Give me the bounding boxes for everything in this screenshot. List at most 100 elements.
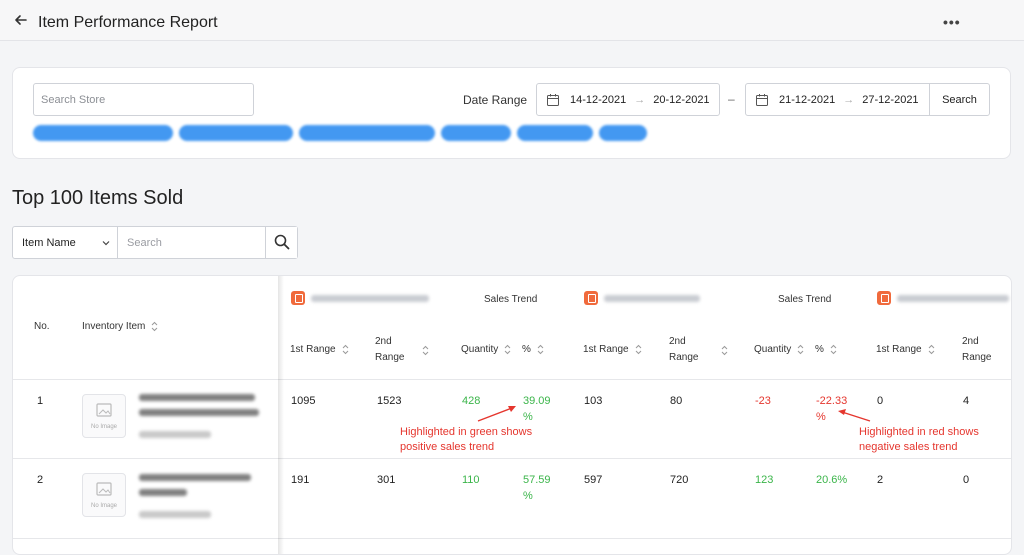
- header-first-range-label: 1st Range: [583, 344, 629, 355]
- section-title: Top 100 Items Sold: [12, 187, 184, 209]
- first-range-value: 0: [877, 395, 884, 407]
- item-field-value: Item Name: [22, 237, 76, 249]
- second-range-value: 80: [670, 395, 683, 407]
- store-name-redacted: [604, 295, 700, 302]
- sort-icon: [797, 344, 804, 355]
- header-second-range[interactable]: 2nd Range: [375, 334, 404, 366]
- header-no: No.: [34, 321, 50, 332]
- sales-trend-header: Sales Trend: [484, 294, 538, 305]
- quantity-change: 110: [462, 474, 480, 486]
- sort-icon[interactable]: [422, 345, 429, 356]
- store-tag[interactable]: [441, 125, 511, 141]
- header-second-range-line2: Range: [669, 352, 699, 363]
- calendar-icon: [756, 93, 768, 106]
- header-divider: [13, 379, 1011, 380]
- quantity-change: 428: [462, 395, 481, 407]
- item-thumbnail: No Image: [82, 473, 126, 517]
- store-tag[interactable]: [33, 125, 173, 141]
- fixed-column-shadow: [278, 276, 284, 554]
- quantity-change: 123: [755, 474, 774, 486]
- header-first-range[interactable]: 1st Range: [876, 342, 935, 358]
- back-arrow-icon[interactable]: [13, 12, 29, 28]
- arrow-right-icon: →: [843, 93, 855, 106]
- date-range-2-picker[interactable]: 21-12-2021 → 27-12-2021: [745, 83, 930, 116]
- store-tag[interactable]: [299, 125, 435, 141]
- second-range-value: 1523: [377, 395, 402, 407]
- percent-change-unit: %: [816, 411, 826, 423]
- store-icon: [291, 291, 305, 305]
- chevron-down-icon: [102, 241, 110, 246]
- percent-change-unit: %: [523, 490, 533, 502]
- item-search-button[interactable]: [265, 227, 297, 258]
- item-name-redacted: [139, 409, 259, 416]
- sort-icon: [635, 344, 641, 355]
- store-tag[interactable]: [517, 125, 593, 141]
- annotation-line: Highlighted in green shows: [400, 426, 533, 438]
- search-icon: [274, 234, 290, 250]
- date-range-1-picker[interactable]: 14-12-2021 → 20-12-2021: [536, 83, 720, 116]
- percent-change-unit: %: [523, 411, 533, 423]
- second-range-value: 0: [963, 474, 970, 486]
- store-icon: [877, 291, 891, 305]
- annotation-line: Highlighted in red shows: [859, 426, 979, 438]
- row-number: 2: [37, 474, 44, 486]
- item-field-select[interactable]: Item Name: [13, 227, 118, 258]
- first-range-value: 2: [877, 474, 884, 486]
- percent-change-value: 39.09: [523, 395, 551, 407]
- header-inventory-item-label: Inventory Item: [82, 321, 146, 332]
- search-store-input[interactable]: [33, 83, 254, 116]
- first-range-value: 597: [584, 474, 603, 486]
- store-name-redacted: [311, 295, 429, 302]
- annotation-line: negative sales trend: [859, 441, 958, 453]
- sort-icon: [928, 344, 934, 355]
- percent-change-value: -22.33: [816, 395, 848, 407]
- item-search-input[interactable]: [119, 227, 265, 258]
- store-tag[interactable]: [599, 125, 647, 141]
- header-first-range[interactable]: 1st Range: [290, 342, 349, 358]
- positive-trend-annotation: Highlighted in green shows positive sale…: [400, 425, 532, 455]
- header-inventory-item[interactable]: Inventory Item: [82, 319, 158, 335]
- header-second-range[interactable]: 2nd Range: [669, 334, 698, 366]
- item-name-redacted: [139, 489, 187, 496]
- search-button[interactable]: Search: [929, 83, 990, 116]
- header-percent[interactable]: %: [815, 342, 837, 358]
- first-range-value: 103: [584, 395, 603, 407]
- no-image-label: No Image: [90, 503, 117, 509]
- sales-trend-header: Sales Trend: [778, 294, 832, 305]
- date-range-2-end: 27-12-2021: [862, 93, 919, 106]
- sort-icon: [537, 344, 544, 355]
- store-name-redacted: [897, 295, 1009, 302]
- header-percent-label: %: [815, 344, 824, 355]
- percent-change: -22.33%: [816, 393, 847, 425]
- no-image-label: No Image: [90, 424, 117, 430]
- header-second-range[interactable]: 2nd Range: [962, 334, 991, 366]
- sort-icon: [152, 321, 158, 332]
- sort-icon: [342, 344, 348, 355]
- header-second-range-line1: 2nd: [669, 336, 686, 347]
- header-second-range-line1: 2nd: [375, 336, 392, 347]
- date-range-2-start: 21-12-2021: [779, 93, 836, 106]
- header-quantity[interactable]: Quantity: [754, 342, 804, 358]
- header-second-range-line1: 2nd: [962, 336, 979, 347]
- sort-icon[interactable]: [721, 345, 728, 356]
- image-placeholder-icon: [96, 482, 112, 496]
- header-first-range-label: 1st Range: [290, 344, 336, 355]
- percent-change: 57.59%: [523, 472, 551, 504]
- header-first-range-label: 1st Range: [876, 344, 922, 355]
- negative-trend-annotation: Highlighted in red shows negative sales …: [859, 425, 979, 455]
- row-divider: [13, 458, 1011, 459]
- percent-change-value: 57.59: [523, 474, 551, 486]
- header-quantity-label: Quantity: [754, 344, 792, 355]
- header-first-range[interactable]: 1st Range: [583, 342, 642, 358]
- percent-change: 20.6%: [816, 474, 848, 486]
- second-range-value: 720: [670, 474, 689, 486]
- first-range-value: 1095: [291, 395, 316, 407]
- header-quantity[interactable]: Quantity: [461, 342, 511, 358]
- store-tag[interactable]: [179, 125, 293, 141]
- page-title: Item Performance Report: [38, 14, 218, 31]
- arrow-right-icon: →: [634, 93, 646, 106]
- header-percent[interactable]: %: [522, 342, 544, 358]
- quantity-change: -23: [755, 395, 771, 407]
- more-options-icon[interactable]: •••: [943, 14, 961, 30]
- row-number: 1: [37, 395, 44, 407]
